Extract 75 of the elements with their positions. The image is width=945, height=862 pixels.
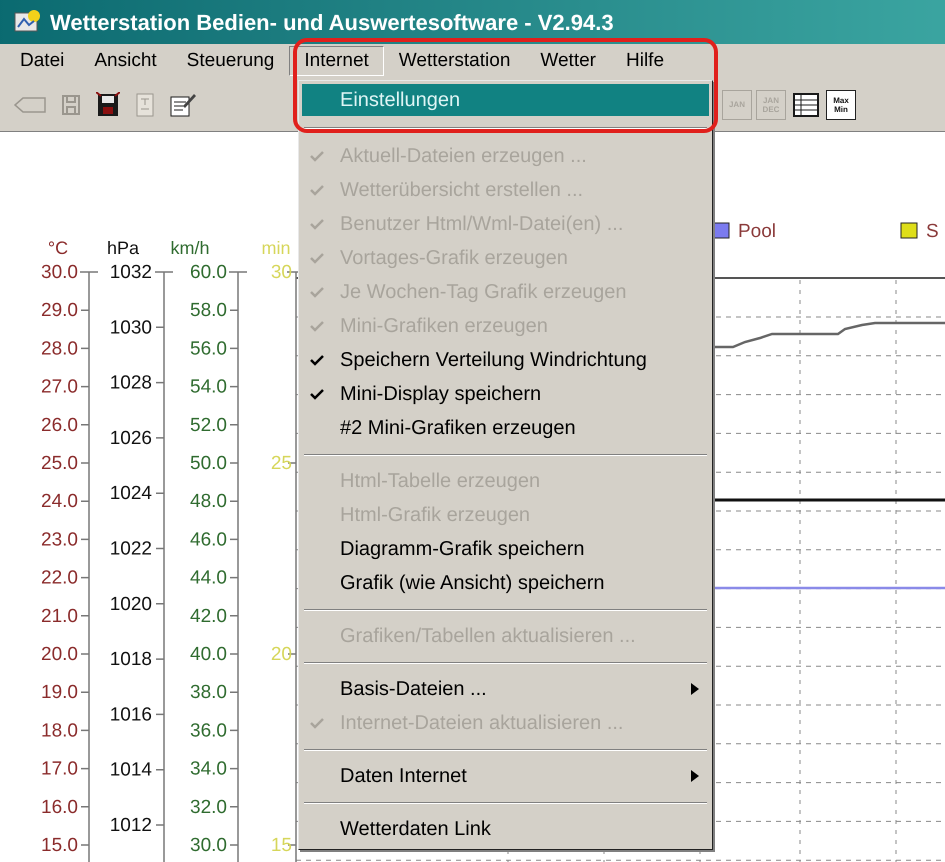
menu-bar-item[interactable]: Ansicht [79,46,172,76]
menu-bar-item[interactable]: Steuerung [172,46,290,76]
axis-tick-label: 1032 [110,262,152,283]
axis-tick-label: 29.0 [41,300,78,322]
axis-tick-label: 30.0 [190,835,227,856]
menu-item[interactable]: Wetterdaten Link [302,812,709,846]
axis-tick-label: 16.0 [41,796,78,818]
axis-tick-label: 23.0 [41,529,78,550]
menu-item[interactable]: Diagramm-Grafik speichern [302,532,709,566]
axis-tick-label: 52.0 [190,414,227,436]
legend-label: Pool [738,221,776,242]
axis-tick-label: 15 [270,835,292,856]
axis-tick-label: 1018 [110,649,152,670]
axis-tick-label: 1024 [110,483,152,504]
axis-tick-label: 27.0 [41,376,78,398]
menu-item[interactable]: Speichern Verteilung Windrichtung [302,343,709,377]
axis-tick-label: 1020 [110,594,152,615]
menu-item[interactable]: Grafik (wie Ansicht) speichern [302,566,709,600]
axis-unit-label: min [262,238,290,258]
axis-tick-label: 25.0 [41,453,78,474]
axis-unit-label: hPa [106,238,140,258]
menu-bar-item[interactable]: Wetterstation [384,46,526,76]
arrow-icon [13,94,47,114]
axis-tick-label: 21.0 [41,606,78,627]
axis-tick-label: 30 [270,262,292,283]
axis-tick-label: 50.0 [190,453,227,474]
axis-tick-label: 26.0 [41,414,78,436]
menu-bar-item[interactable]: Internet [289,46,384,76]
axis-tick-label: 20 [270,644,292,665]
axis-tick-label: 1030 [110,317,152,338]
menu-bar-item[interactable]: Datei [5,46,80,76]
axis-tick-label: 19.0 [41,682,78,704]
axis-tick-label: 1014 [110,760,152,781]
menu-item[interactable]: Mini-Display speichern [302,377,709,411]
legend-label: S [926,221,939,242]
menu-item[interactable]: Einstellungen [302,84,709,116]
axis-tick-label: 34.0 [190,758,227,780]
axis-tick-label: 17.0 [41,758,78,780]
axis-tick-label: 18.0 [41,720,78,742]
axis-tick-label: 30.0 [41,262,78,283]
axis-tick-label: 56.0 [190,338,227,360]
menu-item[interactable]: Daten Internet [302,759,709,793]
axis-tick-label: 32.0 [190,796,227,818]
axis-tick-label: 22.0 [41,568,78,589]
axis-tick-label: 20.0 [41,644,78,665]
axis-tick-label: 1026 [110,428,152,449]
axis-tick-label: 42.0 [190,606,227,627]
axis-tick-label: 38.0 [190,682,227,704]
menu-item[interactable]: Basis-Dateien ... [302,672,709,706]
axis-tick-label: 48.0 [190,491,227,512]
axis-tick-label: 40.0 [190,644,227,665]
axis-tick-label: 58.0 [190,300,227,322]
table-icon [793,92,819,116]
axis-tick-label: 36.0 [190,720,227,742]
axis-tick-label: 44.0 [190,568,227,589]
document-icon [136,92,154,116]
menu-bar-item[interactable]: Wetter [525,46,611,76]
axis-tick-label: 15.0 [41,835,78,856]
axis-tick-label: 1028 [110,372,152,394]
axis-unit-label: °C [48,238,68,258]
window-title: Wetterstation Bedien- und Auswertesoftware - V2.94.3 [50,8,614,36]
axis-tick-label: 1022 [110,538,152,560]
axis-tick-label: 54.0 [190,376,227,398]
axis-unit-label: km/h [170,238,210,258]
axis-tick-label: 60.0 [190,262,227,283]
menu-bar-item[interactable]: Hilfe [611,46,680,76]
note-pencil-icon [169,92,197,118]
axis-tick-label: 1016 [110,704,152,726]
axis-tick-label: 46.0 [190,529,227,550]
axis-tick-label: 24.0 [41,491,78,512]
axis-tick-label: 28.0 [41,338,78,360]
menu-item[interactable]: #2 Mini-Grafiken erzeugen [302,411,709,445]
axis-tick-label: 1012 [110,815,152,836]
axis-tick-label: 25 [270,453,292,474]
calendar-button[interactable]: Max Min [826,90,856,120]
